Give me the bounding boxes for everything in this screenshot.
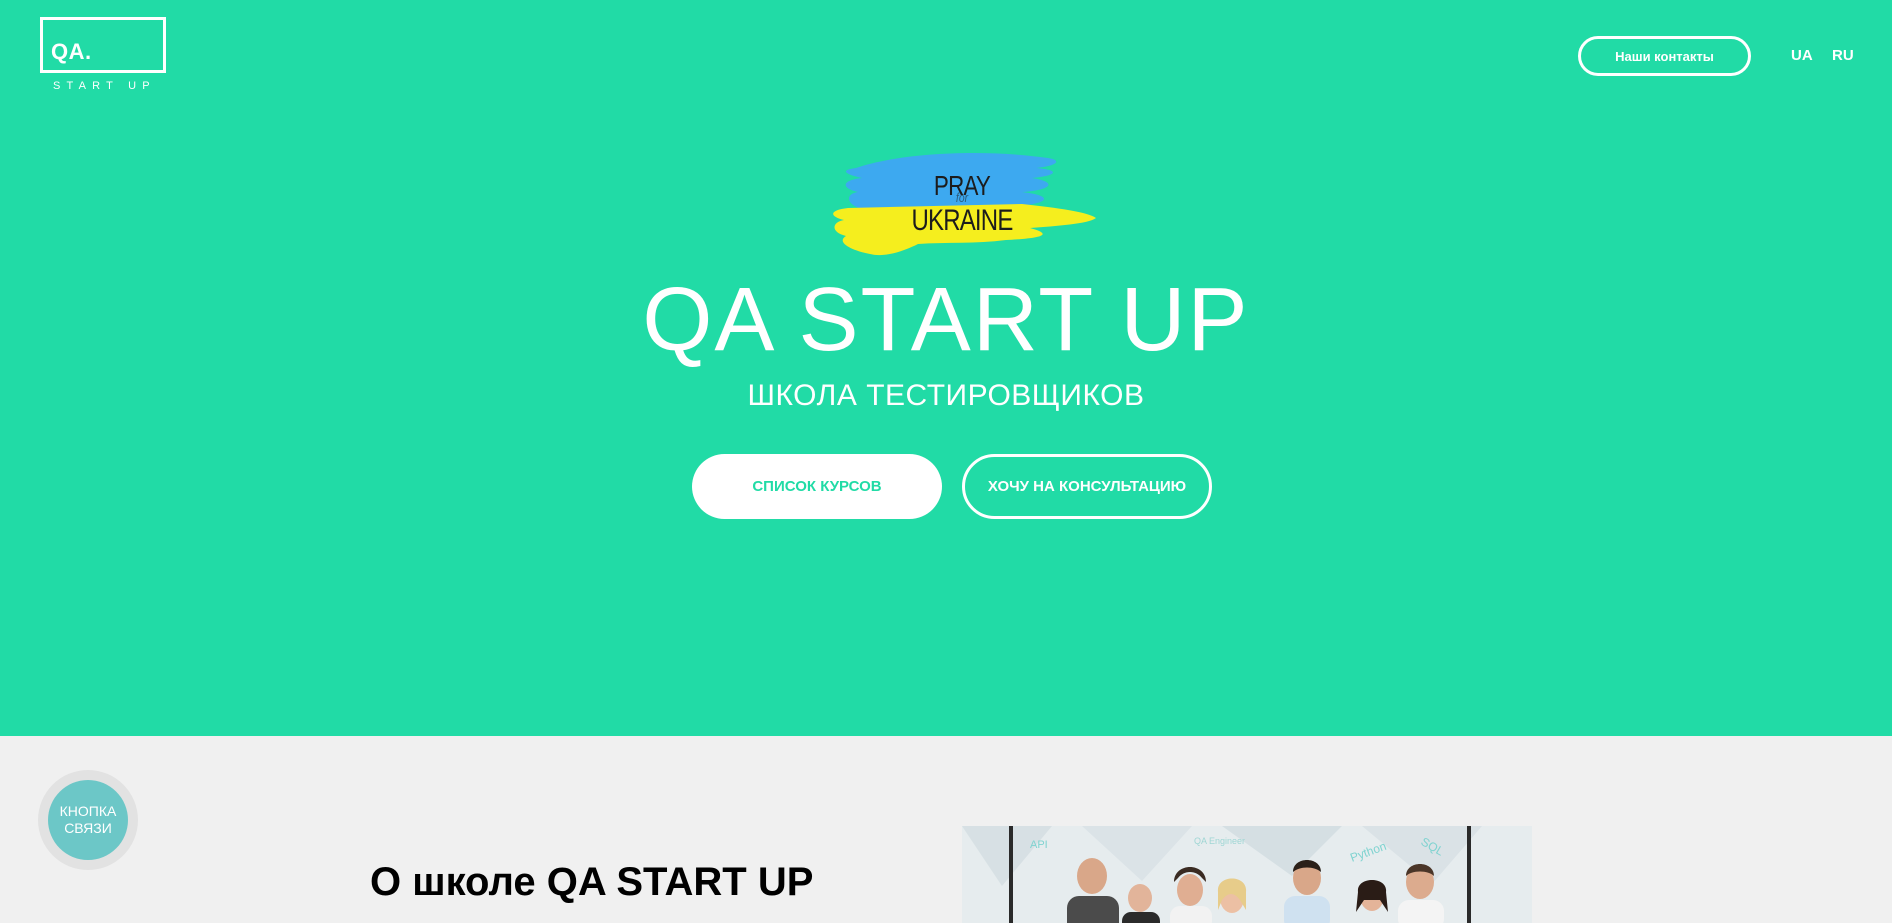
badge-middle-text: for [955,190,969,205]
contact-widget-button[interactable]: КНОПКА СВЯЗИ [48,780,128,860]
photo-word-api: API [1030,839,1048,851]
logo-text: QA. [51,39,92,64]
about-title: О школе QA START UP [370,860,814,904]
hero-title: QA START UP [642,270,1250,370]
language-ru[interactable]: RU [1832,46,1854,66]
team-photo: API Python SQL QA Engineer [962,826,1532,923]
contact-widget-line1: КНОПКА [59,803,117,819]
courses-list-button[interactable]: СПИСОК КУРСОВ [692,454,942,519]
badge-bottom-text: UKRAINE [911,204,1013,237]
pray-for-ukraine-badge: PRAY for UKRAINE [826,146,1098,270]
language-ua[interactable]: UA [1791,46,1813,66]
contacts-button[interactable]: Наши контакты [1578,36,1751,76]
contact-widget-line2: СВЯЗИ [64,820,112,836]
logo[interactable]: QA. START UP [40,17,172,93]
hero-subtitle: ШКОЛА ТЕСТИРОВЩИКОВ [747,379,1145,412]
team-photo-image: API Python SQL QA Engineer [962,826,1532,923]
photo-word-qa-engineer: QA Engineer [1194,836,1245,846]
logo-subtitle: START UP [53,80,156,92]
hero-section: QA. START UP Наши контакты UA RU PRAY fo… [0,0,1892,736]
consultation-button[interactable]: ХОЧУ НА КОНСУЛЬТАЦИЮ [962,454,1212,519]
